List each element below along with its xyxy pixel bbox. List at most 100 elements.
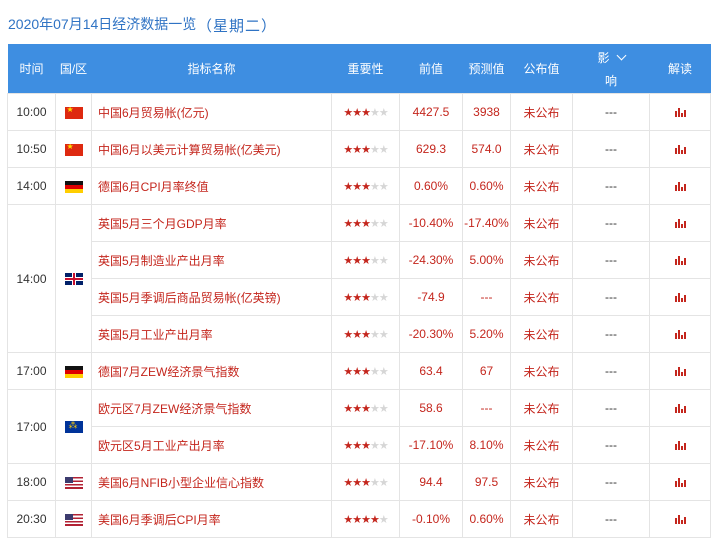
analysis-cell [649, 426, 711, 464]
china-flag-icon [64, 143, 83, 156]
bar-chart-icon[interactable] [674, 219, 686, 229]
col-importance: 重要性 [331, 44, 400, 94]
germany-flag-icon [64, 180, 83, 193]
bar-chart-icon[interactable] [674, 330, 686, 340]
bar-chart-icon[interactable] [674, 478, 686, 488]
impact-cell: --- [572, 463, 650, 501]
published-cell: 未公布 [510, 167, 573, 205]
col-impact-dropdown[interactable]: 影 响 [572, 44, 650, 94]
analysis-cell [649, 315, 711, 353]
impact-cell: --- [572, 352, 650, 390]
time-cell: 14:00 [7, 167, 56, 205]
previous-cell: -20.30% [399, 315, 463, 353]
importance-stars-icon: ★★★★★ [343, 477, 388, 489]
uk-flag-icon [64, 273, 83, 286]
table-row: 10:50 中国6月以美元计算贸易帐(亿美元) ★★★★★ 629.3574.0未公布… [7, 130, 711, 168]
previous-cell: -24.30% [399, 241, 463, 279]
us-flag-icon [64, 513, 83, 526]
weekday-label: （星期二） [197, 18, 278, 35]
importance-cell: ★★★★★ [331, 463, 400, 501]
indicator-link[interactable]: 德国7月ZEW经济景气指数 [91, 352, 332, 390]
bar-chart-icon[interactable] [674, 441, 686, 451]
time-cell: 10:50 [7, 130, 56, 168]
col-time: 时间 [7, 44, 56, 94]
bar-chart-icon[interactable] [674, 515, 686, 525]
forecast-cell: 67 [462, 352, 511, 390]
indicator-link[interactable]: 德国6月CPI月率终值 [91, 167, 332, 205]
importance-cell: ★★★★★ [331, 167, 400, 205]
previous-cell: -10.40% [399, 204, 463, 242]
indicator-link[interactable]: 英国5月三个月GDP月率 [91, 204, 332, 242]
date-title: 2020年07月14日经济数据一览 [8, 16, 197, 32]
forecast-cell: 97.5 [462, 463, 511, 501]
col-published: 公布值 [510, 44, 573, 94]
table-row: 英国5月季调后商品贸易帐(亿英镑) ★★★★★ -74.9 --- 未公布 --- [8, 278, 711, 316]
importance-cell: ★★★★★ [331, 278, 400, 316]
indicator-link[interactable]: 欧元区7月ZEW经济景气指数 [91, 389, 332, 427]
importance-stars-icon: ★★★★★ [343, 440, 388, 452]
published-cell: 未公布 [510, 278, 573, 316]
col-impact-label-bottom: 响 [604, 73, 617, 88]
indicator-link[interactable]: 美国6月季调后CPI月率 [91, 500, 332, 538]
time-cell: 10:00 [7, 93, 56, 131]
previous-cell: -0.10% [399, 500, 463, 538]
impact-cell: --- [572, 278, 650, 316]
table-row: 10:00 中国6月贸易帐(亿元) ★★★★★ 4427.53938未公布--- [7, 93, 711, 131]
bar-chart-icon[interactable] [674, 145, 686, 155]
bar-chart-icon[interactable] [674, 108, 686, 118]
bar-chart-icon[interactable] [674, 182, 686, 192]
analysis-cell [649, 463, 711, 501]
importance-stars-icon: ★★★★★ [343, 514, 388, 526]
indicator-link[interactable]: 中国6月贸易帐(亿元) [91, 93, 332, 131]
indicator-link[interactable]: 英国5月季调后商品贸易帐(亿英镑) [91, 278, 332, 316]
time-cell: 18:00 [7, 463, 56, 501]
table-row: 14:00 德国6月CPI月率终值 ★★★★★ 0.60% 0.60% 未公布 --- [7, 167, 711, 205]
indicator-link[interactable]: 美国6月NFIB小型企业信心指数 [91, 463, 332, 501]
indicator-link[interactable]: 中国6月以美元计算贸易帐(亿美元) [91, 130, 332, 168]
bar-chart-icon[interactable] [674, 367, 686, 377]
importance-stars-icon: ★★★★★ [343, 292, 388, 304]
col-analysis: 解读 [649, 44, 711, 94]
importance-stars-icon: ★★★★★ [343, 255, 388, 267]
country-cell [55, 130, 92, 168]
previous-cell: -17.10% [399, 426, 463, 464]
indicator-link[interactable]: 英国5月制造业产出月率 [91, 241, 332, 279]
published-cell: 未公布 [510, 389, 573, 427]
bar-chart-icon[interactable] [674, 404, 686, 414]
impact-cell: --- [572, 204, 650, 242]
importance-cell: ★★★★★ [331, 389, 400, 427]
previous-cell: 4427.5 [399, 93, 463, 131]
indicator-link[interactable]: 欧元区5月工业产出月率 [91, 426, 332, 464]
published-cell: 未公布 [510, 426, 573, 464]
table-row: 欧元区5月工业产出月率 ★★★★★ -17.10% 8.10% 未公布 --- [8, 426, 711, 464]
table-header-row: 时间 国/区 指标名称 重要性 前值 预测值 公布值 影 响 解读 [7, 44, 711, 94]
analysis-cell [649, 241, 711, 279]
published-cell: 未公布 [510, 315, 573, 353]
forecast-cell: 0.60% [462, 167, 511, 205]
bar-chart-icon[interactable] [674, 293, 686, 303]
previous-cell: 0.60% [399, 167, 463, 205]
col-forecast: 预测值 [462, 44, 511, 94]
forecast-cell: 3938 [462, 93, 511, 131]
analysis-cell [649, 278, 711, 316]
forecast-cell: 574.0 [462, 130, 511, 168]
col-impact-label-top: 影 [597, 50, 610, 65]
table-row: 20:30 美国6月季调后CPI月率 ★★★★★ -0.10% 0.60% 未公布 --- [7, 500, 711, 538]
table-row: 英国5月制造业产出月率 ★★★★★ -24.30% 5.00% 未公布 --- [8, 241, 711, 279]
importance-cell: ★★★★★ [331, 500, 400, 538]
impact-cell: --- [572, 426, 650, 464]
analysis-cell [649, 167, 711, 205]
table-row: 英国5月工业产出月率 ★★★★★ -20.30% 5.20% 未公布 --- [8, 315, 711, 353]
country-cell [55, 463, 92, 501]
indicator-link[interactable]: 英国5月工业产出月率 [91, 315, 332, 353]
time-cell: 17:00 [7, 352, 56, 390]
forecast-cell: --- [462, 278, 511, 316]
impact-cell: --- [572, 93, 650, 131]
previous-cell: 58.6 [399, 389, 463, 427]
page-header: 2020年07月14日经济数据一览 （星期二） [0, 0, 714, 44]
forecast-cell: 8.10% [462, 426, 511, 464]
bar-chart-icon[interactable] [674, 256, 686, 266]
country-cell [55, 204, 92, 353]
forecast-cell: --- [462, 389, 511, 427]
importance-cell: ★★★★★ [331, 130, 400, 168]
